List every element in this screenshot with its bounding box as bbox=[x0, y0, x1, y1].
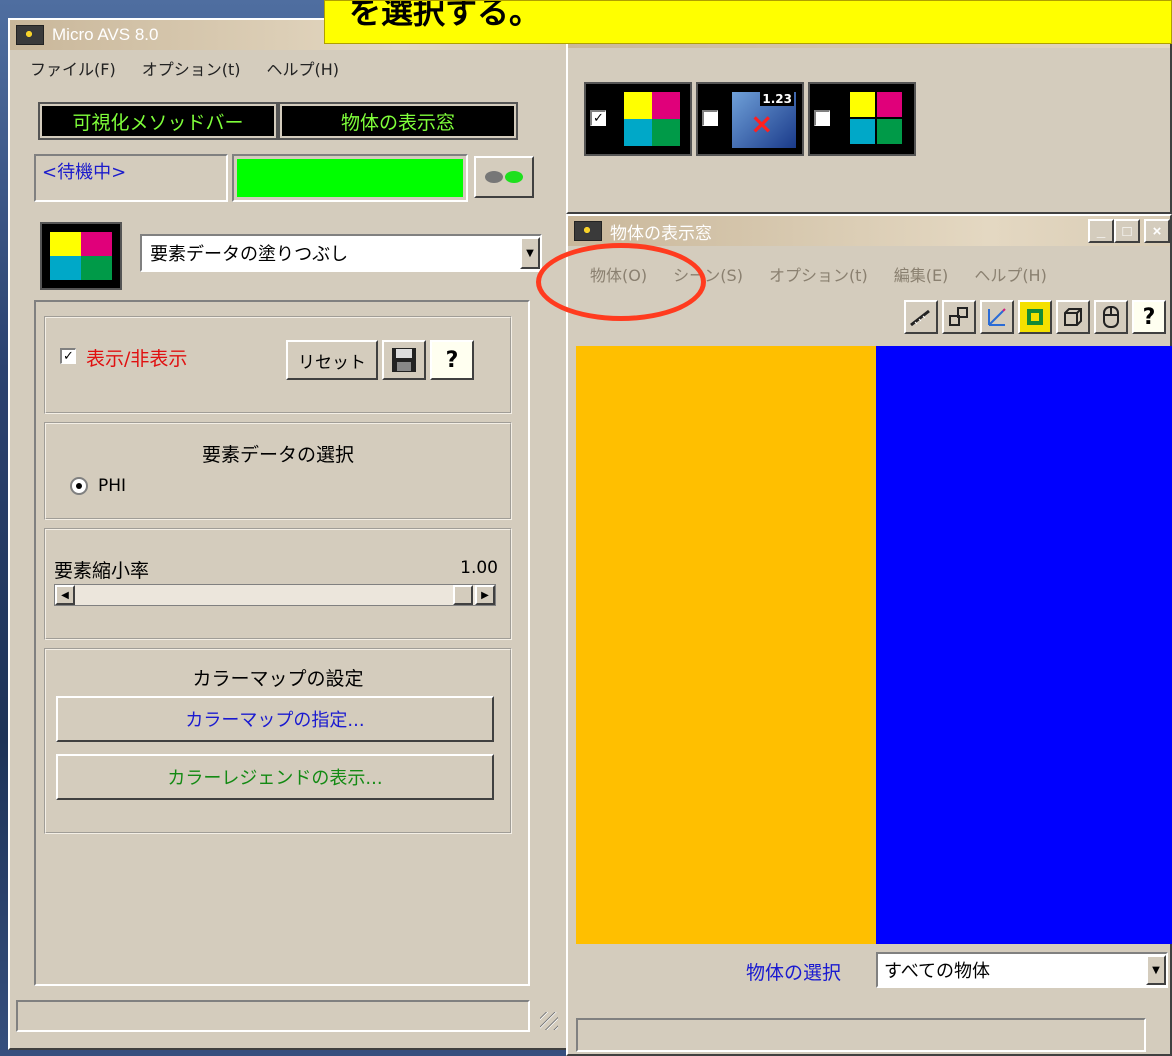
help-button[interactable]: ? bbox=[430, 340, 474, 380]
close-button[interactable]: × bbox=[1144, 219, 1170, 243]
menu-object-help[interactable]: ヘルプ(H) bbox=[974, 262, 1047, 286]
object-select[interactable]: すべての物体 ▼ bbox=[876, 952, 1168, 988]
method-fill-checkbox[interactable]: ✓ bbox=[590, 110, 606, 126]
shrink-group: 要素縮小率 1.00 ◀ ▶ bbox=[44, 528, 512, 640]
box-icon[interactable] bbox=[1056, 300, 1090, 334]
main-status-bar bbox=[16, 1000, 530, 1032]
viewport-orange-region bbox=[576, 346, 876, 944]
object-window-button-label: 物体の表示窓 bbox=[340, 111, 455, 134]
radio-selected-icon bbox=[70, 477, 88, 495]
slider-thumb[interactable] bbox=[453, 585, 473, 605]
visibility-checkbox[interactable]: ✓ bbox=[60, 348, 76, 364]
mouse-icon[interactable] bbox=[1094, 300, 1128, 334]
colormap-title: カラーマップの設定 bbox=[192, 668, 364, 690]
maximize-button[interactable]: □ bbox=[1114, 219, 1140, 243]
object-select-label: 物体の選択 bbox=[746, 962, 842, 984]
object-window-title: 物体の表示窓 bbox=[610, 223, 712, 243]
method-fill-item[interactable]: ✓ bbox=[584, 82, 692, 156]
mesh-method-icon bbox=[850, 92, 902, 144]
slider-left-arrow[interactable]: ◀ bbox=[55, 585, 75, 605]
method-select-value: 要素データの塗りつぶし bbox=[150, 244, 349, 265]
menu-help[interactable]: ヘルプ(H) bbox=[266, 56, 339, 80]
ruler-icon[interactable] bbox=[904, 300, 938, 334]
chevron-down-icon[interactable]: ▼ bbox=[520, 237, 540, 269]
main-window-title: Micro AVS 8.0 bbox=[52, 25, 159, 44]
settings-panel: ✓ 表示/非表示 リセット ? 要素データの選択 PHI 要素縮小率 1.00 … bbox=[34, 300, 530, 986]
object-select-value: すべての物体 bbox=[884, 961, 991, 982]
method-bar-window: ✓ 1.23 × bbox=[566, 18, 1172, 214]
mesh-method-item[interactable] bbox=[808, 82, 916, 156]
menu-options[interactable]: オプション(t) bbox=[142, 56, 241, 80]
element-data-group: 要素データの選択 PHI bbox=[44, 422, 512, 520]
run-status-button[interactable] bbox=[474, 156, 534, 198]
object-status-bar bbox=[576, 1018, 1146, 1052]
menu-edit[interactable]: 編集(E) bbox=[894, 262, 949, 286]
shrink-label: 要素縮小率 bbox=[54, 560, 150, 582]
floppy-disk-icon bbox=[392, 348, 416, 372]
object-display-window: 物体の表示窓 _ □ × 物体(O) シーン(S) オプション(t) 編集(E)… bbox=[566, 214, 1172, 1056]
highlight-circle bbox=[536, 243, 706, 321]
method-icon bbox=[40, 222, 122, 290]
reset-button[interactable]: リセット bbox=[286, 340, 378, 380]
minimize-button[interactable]: _ bbox=[1088, 219, 1114, 243]
colormap-group: カラーマップの設定 カラーマップの指定... カラーレジェンドの表示... bbox=[44, 648, 512, 834]
menu-file[interactable]: ファイル(F) bbox=[30, 56, 116, 80]
element-data-title: 要素データの選択 bbox=[201, 444, 354, 466]
avs-app-icon bbox=[16, 25, 44, 45]
main-menubar: ファイル(F) オプション(t) ヘルプ(H) bbox=[30, 56, 365, 80]
3d-viewport[interactable] bbox=[576, 346, 1172, 944]
help-icon: ? bbox=[445, 347, 459, 373]
value-display-icon: 1.23 × bbox=[732, 92, 796, 148]
instruction-banner: を選択する。 bbox=[324, 0, 1172, 44]
green-dot-icon bbox=[505, 171, 523, 183]
color-legend-button[interactable]: カラーレジェンドの表示... bbox=[56, 754, 494, 800]
method-bar-button[interactable]: 可視化メソッドバー bbox=[38, 102, 278, 140]
method-bar-button-label: 可視化メソッドバー bbox=[72, 111, 244, 134]
value-display-checkbox[interactable] bbox=[702, 110, 718, 126]
viewport-blue-region bbox=[876, 346, 1172, 944]
shrink-value: 1.00 bbox=[460, 558, 498, 578]
color-legend-label: カラーレジェンドの表示... bbox=[167, 768, 383, 789]
progress-indicator bbox=[232, 154, 468, 202]
red-x-icon: × bbox=[750, 107, 774, 140]
object-window-button[interactable]: 物体の表示窓 bbox=[278, 102, 518, 140]
mesh-method-checkbox[interactable] bbox=[814, 110, 830, 126]
value-display-item[interactable]: 1.23 × bbox=[696, 82, 804, 156]
chevron-down-icon[interactable]: ▼ bbox=[1146, 955, 1166, 985]
visibility-label: 表示/非表示 bbox=[86, 348, 188, 370]
help-icon[interactable]: ? bbox=[1132, 300, 1166, 334]
status-text: <待機中> bbox=[42, 162, 127, 183]
axis-icon[interactable] bbox=[980, 300, 1014, 334]
object-toolbar: ? bbox=[904, 300, 1166, 334]
value-badge: 1.23 bbox=[760, 92, 794, 106]
main-resize-grip[interactable] bbox=[540, 1012, 558, 1030]
save-button[interactable] bbox=[382, 340, 426, 380]
menu-object-options[interactable]: オプション(t) bbox=[769, 262, 868, 286]
reset-label: リセット bbox=[298, 352, 366, 373]
micro-avs-main-window: Micro AVS 8.0 ファイル(F) オプション(t) ヘルプ(H) 可視… bbox=[8, 18, 568, 1050]
arrange-icon[interactable] bbox=[942, 300, 976, 334]
object-title-bar[interactable]: 物体の表示窓 _ □ × bbox=[568, 216, 1170, 246]
colormap-specify-button[interactable]: カラーマップの指定... bbox=[56, 696, 494, 742]
slider-right-arrow[interactable]: ▶ bbox=[475, 585, 495, 605]
method-select[interactable]: 要素データの塗りつぶし ▼ bbox=[140, 234, 542, 272]
status-field: <待機中> bbox=[34, 154, 228, 202]
object-app-icon bbox=[574, 221, 602, 241]
instruction-text: を選択する。 bbox=[349, 0, 542, 31]
gray-dot-icon bbox=[485, 171, 503, 183]
shrink-slider[interactable]: ◀ ▶ bbox=[54, 584, 496, 606]
colormap-specify-label: カラーマップの指定... bbox=[185, 710, 365, 731]
phi-radio[interactable]: PHI bbox=[70, 476, 126, 496]
visibility-group: ✓ 表示/非表示 リセット ? bbox=[44, 316, 512, 414]
fit-icon[interactable] bbox=[1018, 300, 1052, 334]
progress-fill bbox=[237, 159, 463, 197]
phi-label: PHI bbox=[98, 476, 127, 496]
